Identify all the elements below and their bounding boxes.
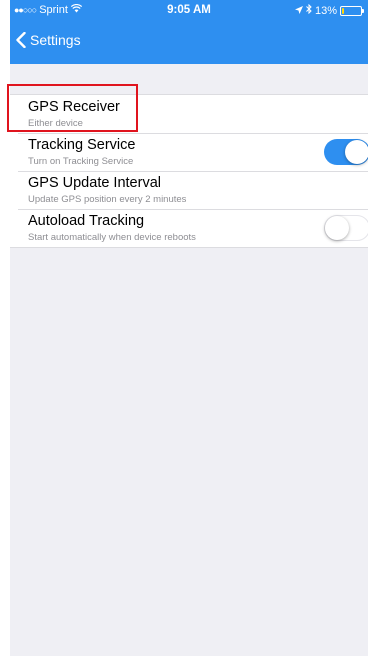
row-title: GPS Receiver xyxy=(28,99,120,115)
autoload-tracking-toggle[interactable] xyxy=(324,215,368,241)
location-arrow-icon xyxy=(294,5,303,17)
settings-row-autoload-tracking: Autoload Tracking Start automatically wh… xyxy=(10,209,368,247)
back-button[interactable]: Settings xyxy=(16,32,81,48)
row-subtitle: Turn on Tracking Service xyxy=(28,156,134,167)
battery-percent: 13% xyxy=(314,4,337,17)
back-label: Settings xyxy=(30,32,81,48)
settings-row-gps-update-interval[interactable]: GPS Update Interval Update GPS position … xyxy=(10,171,368,209)
row-subtitle: Either device xyxy=(28,118,83,129)
phone-screen: ●●○○○ Sprint 9:05 AM 13% Settings GPS Re… xyxy=(10,0,368,656)
bluetooth-icon xyxy=(306,3,312,17)
status-right: 13% xyxy=(294,3,364,17)
row-title: Tracking Service xyxy=(28,137,136,153)
settings-row-gps-receiver[interactable]: GPS Receiver Either device xyxy=(10,95,368,133)
battery-level xyxy=(342,7,344,14)
battery-icon xyxy=(340,5,364,16)
row-title: Autoload Tracking xyxy=(28,213,145,229)
settings-list: GPS Receiver Either device Tracking Serv… xyxy=(10,94,368,248)
section-spacer xyxy=(10,64,368,94)
battery-nub xyxy=(362,8,364,13)
row-title: GPS Update Interval xyxy=(28,175,161,191)
status-bar: ●●○○○ Sprint 9:05 AM 13% xyxy=(10,0,368,20)
chevron-left-icon xyxy=(16,32,26,48)
row-subtitle: Start automatically when device reboots xyxy=(28,232,196,243)
toggle-knob xyxy=(345,140,368,164)
row-subtitle: Update GPS position every 2 minutes xyxy=(28,194,187,205)
tracking-service-toggle[interactable] xyxy=(324,139,368,165)
settings-row-tracking-service: Tracking Service Turn on Tracking Servic… xyxy=(10,133,368,171)
navigation-bar: Settings xyxy=(10,20,368,64)
toggle-knob xyxy=(325,216,349,240)
